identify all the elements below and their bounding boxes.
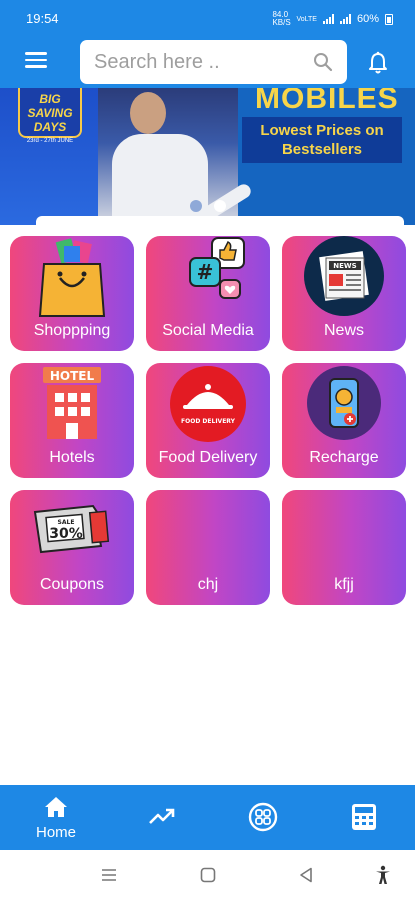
card-label: kfjj (334, 576, 354, 593)
search-bar[interactable] (80, 40, 347, 84)
card-news[interactable]: NEWS News (282, 236, 406, 351)
nav-trending[interactable] (122, 785, 202, 850)
battery-percent: 60% (356, 13, 379, 25)
status-indicators: 84.0 KB/S VoLTE 60% (272, 11, 393, 27)
svg-text:HOTEL: HOTEL (50, 369, 95, 383)
card-label: Coupons (39, 576, 105, 593)
badge-title: BIG SAVING DAYS (27, 92, 73, 134)
apps-grid-icon (248, 802, 278, 832)
nav-home[interactable]: Home (16, 785, 96, 850)
recents-icon[interactable] (101, 868, 117, 882)
svg-text:FOOD DELIVERY: FOOD DELIVERY (181, 418, 236, 425)
system-nav-bar (0, 850, 415, 900)
card-social-media[interactable]: # Social Media (146, 236, 270, 351)
card-hotels[interactable]: HOTEL Hotels (10, 363, 134, 478)
banner-headline: MOBILES (255, 88, 399, 115)
calculator-icon (352, 804, 376, 830)
network-speed: 84.0 KB/S (272, 10, 291, 27)
card-kfjj[interactable]: kfjj (282, 490, 406, 605)
nav-apps[interactable] (223, 785, 303, 850)
badge-dates: 23rd - 27th JUNE (26, 138, 74, 144)
food-delivery-icon: FOOD DELIVERY (170, 366, 246, 442)
hotel-icon: HOTEL (43, 367, 101, 439)
card-label: Recharge (309, 449, 379, 466)
social-media-icon: # (189, 237, 245, 299)
home-icon (45, 797, 67, 817)
card-recharge[interactable]: Recharge (282, 363, 406, 478)
card-label: Social Media (162, 322, 254, 339)
card-label: Hotels (49, 449, 95, 466)
card-shopping[interactable]: Shoppping (10, 236, 134, 351)
carousel-dot-active[interactable] (214, 200, 226, 212)
battery-icon (385, 13, 393, 25)
card-food-delivery[interactable]: FOOD DELIVERY Food Delivery (146, 363, 270, 478)
app-bar: 19:54 84.0 KB/S VoLTE 60% (0, 0, 415, 88)
banner-badge: BIG SAVING DAYS 23rd - 27th JUNE (18, 88, 82, 144)
home-button-icon[interactable] (200, 867, 216, 883)
search-icon[interactable] (313, 52, 333, 72)
carousel-dot[interactable] (190, 200, 202, 212)
card-label: Shoppping (33, 322, 111, 339)
shopping-bag-icon (38, 238, 106, 317)
card-chj[interactable]: chj (146, 490, 270, 605)
accessibility-icon[interactable] (374, 865, 392, 885)
search-input[interactable] (94, 49, 304, 75)
coupon-icon: SALE 30% (33, 504, 110, 554)
svg-text:#: # (197, 260, 214, 284)
status-bar: 19:54 84.0 KB/S VoLTE 60% (0, 0, 415, 36)
banner-promo-text: Lowest Prices on Bestsellers (242, 117, 402, 163)
menu-icon[interactable] (25, 52, 47, 70)
newspaper-icon: NEWS (304, 236, 384, 316)
nav-home-label: Home (35, 824, 76, 841)
status-time: 19:54 (26, 11, 59, 26)
bottom-nav: Home (0, 785, 415, 850)
trending-icon (149, 808, 175, 824)
signal-icon-2 (339, 14, 351, 24)
svg-text:NEWS: NEWS (333, 262, 356, 270)
mobile-recharge-icon (307, 366, 381, 440)
banner-bottom-strip (36, 216, 404, 225)
notification-bell-icon[interactable] (367, 51, 389, 75)
card-label: Food Delivery (158, 449, 258, 466)
back-icon[interactable] (299, 867, 313, 883)
card-coupons[interactable]: SALE 30% Coupons (10, 490, 134, 605)
svg-text:SALE: SALE (58, 519, 75, 526)
banner-person-head (130, 92, 166, 134)
card-label: chj (197, 576, 219, 593)
promo-banner[interactable]: BIG SAVING DAYS 23rd - 27th JUNE MOBILES… (0, 88, 415, 225)
svg-text:30%: 30% (49, 526, 83, 542)
card-label: News (323, 322, 364, 339)
nav-calculator[interactable] (324, 785, 404, 850)
network-type: VoLTE (296, 15, 317, 23)
signal-icon (322, 14, 334, 24)
